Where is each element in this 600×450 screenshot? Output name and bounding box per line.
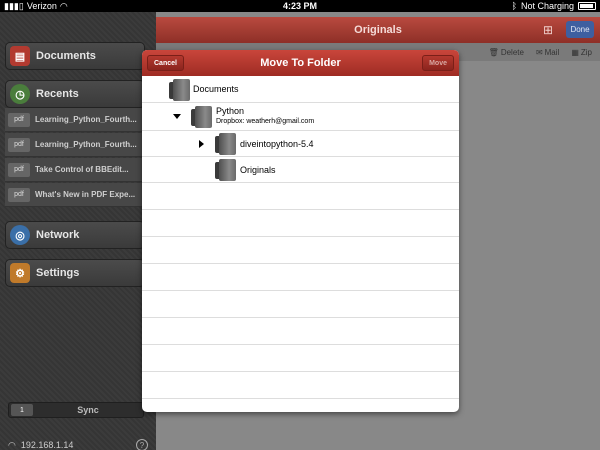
trash-icon: 🗑	[488, 47, 499, 57]
list-item-empty	[142, 345, 459, 372]
ip-address-row: ◠ 192.168.1.14 ?	[8, 438, 148, 450]
folder-row-diveintopython[interactable]: diveintopython-5.4	[142, 131, 459, 157]
sidebar-item-settings[interactable]: ⚙ Settings	[5, 259, 145, 287]
recent-item[interactable]: pdf What's New in PDF Expe...	[5, 183, 145, 207]
delete-button[interactable]: 🗑 Delete	[489, 48, 524, 57]
list-item-empty	[142, 183, 459, 210]
expand-arrow-icon[interactable]	[173, 114, 181, 119]
mail-button[interactable]: ✉ Mail	[536, 48, 559, 57]
bluetooth-icon: ᛒ	[511, 1, 517, 11]
list-item-empty	[142, 264, 459, 291]
zip-icon: ▦	[571, 47, 579, 57]
folder-icon	[215, 133, 236, 155]
recent-item[interactable]: pdf Learning_Python_Fourth...	[5, 108, 145, 132]
list-item-empty	[142, 372, 459, 399]
sidebar-item-network[interactable]: ◎ Network	[5, 221, 145, 249]
help-icon[interactable]: ?	[136, 439, 148, 450]
list-item-empty	[142, 291, 459, 318]
ip-address: 192.168.1.14	[20, 440, 74, 450]
sync-count-badge: 1	[11, 404, 33, 416]
move-to-folder-dialog: Cancel Move To Folder Move Documents Pyt…	[142, 50, 459, 412]
sidebar-item-documents[interactable]: ▤ Documents	[5, 42, 145, 70]
zip-button[interactable]: ▦ Zip	[571, 48, 592, 57]
folder-row-originals[interactable]: Originals	[142, 157, 459, 183]
sidebar: ▤ Documents ◷ Recents pdf Learning_Pytho…	[0, 12, 156, 450]
new-folder-icon[interactable]: ⊞	[536, 21, 560, 38]
list-item-empty	[142, 237, 459, 264]
status-bar: ▮▮▮▯ Verizon ◠ 4:23 PM ᛒ Not Charging	[0, 0, 600, 12]
folder-row-python[interactable]: Python Dropbox: weatherh@gmail.com	[142, 103, 459, 131]
collapse-arrow-icon[interactable]	[199, 140, 204, 148]
settings-icon: ⚙	[10, 263, 30, 283]
folder-icon	[215, 159, 236, 181]
mail-icon: ✉	[535, 47, 543, 57]
clock: 4:23 PM	[282, 1, 317, 11]
dialog-title: Move To Folder	[260, 57, 341, 69]
folder-icon	[191, 106, 212, 128]
sync-button[interactable]: 1 Sync	[8, 402, 144, 418]
recents-icon: ◷	[10, 84, 30, 104]
network-icon: ◎	[10, 225, 30, 245]
folder-title-bar: Originals	[156, 17, 600, 43]
recent-item[interactable]: pdf Learning_Python_Fourth...	[5, 133, 145, 157]
wifi-icon: ◠	[8, 439, 16, 450]
folder-icon	[169, 79, 190, 101]
battery-icon	[578, 2, 596, 10]
dialog-header: Cancel Move To Folder Move	[142, 50, 459, 76]
folder-title: Originals	[354, 24, 402, 36]
move-button[interactable]: Move	[422, 55, 454, 71]
sidebar-item-recents[interactable]: ◷ Recents	[5, 80, 145, 108]
recent-item[interactable]: pdf Take Control of BBEdit...	[5, 158, 145, 182]
list-item-empty	[142, 318, 459, 345]
folder-row-documents[interactable]: Documents	[142, 76, 459, 103]
charging-status: Not Charging	[520, 1, 574, 11]
done-button[interactable]: Done	[566, 21, 594, 38]
list-item-empty	[142, 210, 459, 237]
documents-icon: ▤	[10, 46, 30, 66]
cancel-button[interactable]: Cancel	[147, 55, 184, 71]
